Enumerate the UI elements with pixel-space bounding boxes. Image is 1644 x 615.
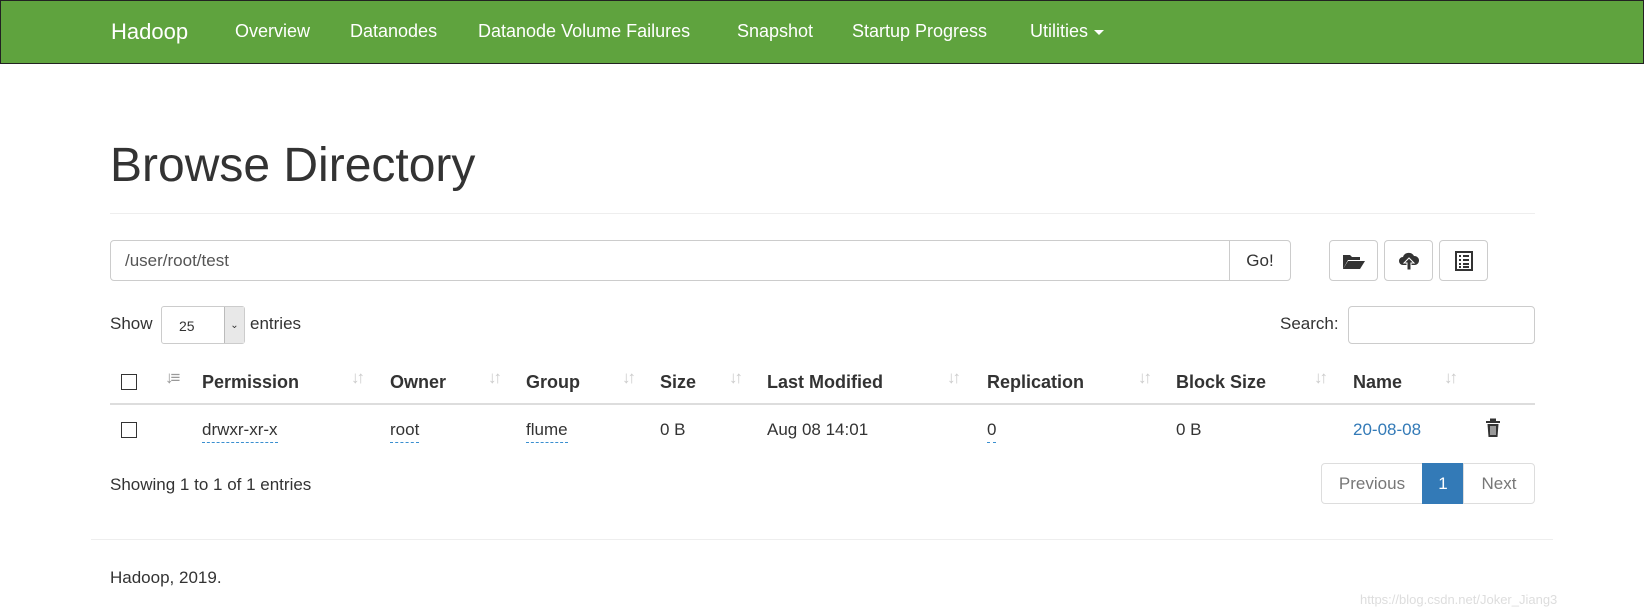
cell-last-modified: Aug 08 14:01 [767,420,869,439]
table-info: Showing 1 to 1 of 1 entries [110,475,312,494]
sort-icon[interactable]: ↓↑ [488,368,502,388]
footer-text: Hadoop, 2019. [110,568,222,587]
cell-group[interactable]: flume [526,420,568,443]
header-divider [110,403,1535,405]
brand-link[interactable]: Hadoop [111,19,188,45]
next-button[interactable]: Next [1463,463,1535,504]
entries-value: 25 [179,318,195,334]
cell-name-link[interactable]: 20-08-08 [1353,420,1421,440]
create-directory-button[interactable] [1329,240,1378,281]
folder-open-icon [1342,254,1365,269]
sort-icon[interactable]: ↓↑ [1444,368,1458,388]
cell-permission[interactable]: drwxr-xr-x [202,420,278,443]
nav-startup-progress[interactable]: Startup Progress [852,21,987,42]
header-group[interactable]: Group [526,372,580,393]
watermark: https://blog.csdn.net/Joker_Jiang3 [1360,592,1558,607]
nav-datanode-volume-failures[interactable]: Datanode Volume Failures [478,21,690,42]
previous-button[interactable]: Previous [1321,463,1423,504]
sort-icon[interactable]: ↓↑ [947,368,961,388]
nav-utilities[interactable]: Utilities [1030,21,1105,42]
nav-overview[interactable]: Overview [235,21,310,42]
cell-replication[interactable]: 0 [987,420,997,443]
caret-down-icon [1094,29,1105,35]
search-input[interactable] [1348,306,1535,344]
header-block-size[interactable]: Block Size [1176,372,1266,393]
cell-owner[interactable]: root [390,420,420,443]
select-all-checkbox[interactable] [121,374,137,390]
chevron-down-icon: ⌄ [224,307,244,343]
page-title: Browse Directory [110,139,476,192]
sort-icon[interactable]: ↓↑ [622,368,636,388]
sort-icon[interactable]: ↓↑ [1314,368,1328,388]
header-name[interactable]: Name [1353,372,1402,393]
header-owner[interactable]: Owner [390,372,446,393]
row-checkbox[interactable] [121,422,137,438]
header-replication[interactable]: Replication [987,372,1084,393]
sort-icon[interactable]: ↓↑ [1138,368,1152,388]
cloud-upload-icon [1398,252,1419,270]
header-last-modified[interactable]: Last Modified [767,372,883,393]
sort-icon[interactable]: ↓↑ [729,368,743,388]
sort-icon[interactable]: ↓↑ [351,368,365,388]
trash-icon[interactable] [1485,418,1501,438]
footer-divider [91,539,1553,540]
page-1-button[interactable]: 1 [1422,463,1464,504]
list-icon [1454,250,1473,271]
header-permission[interactable]: Permission [202,372,299,393]
cell-size: 0 B [660,420,686,439]
upload-button[interactable] [1384,240,1433,281]
cut-paste-button[interactable] [1439,240,1488,281]
cell-block-size: 0 B [1176,420,1202,439]
entries-label: entries [250,314,302,333]
nav-utilities-label: Utilities [1030,21,1089,41]
sort-asc-icon[interactable]: ↓≡ [165,368,181,388]
divider [110,213,1535,214]
go-button[interactable]: Go! [1229,240,1291,281]
show-label: Show [110,314,153,333]
header-size[interactable]: Size [660,372,696,393]
entries-per-page-select[interactable]: 25 ⌄ [161,306,245,344]
nav-datanodes[interactable]: Datanodes [350,21,437,42]
nav-snapshot[interactable]: Snapshot [737,21,813,42]
path-input[interactable] [110,240,1230,281]
navbar: Hadoop Overview Datanodes Datanode Volum… [0,0,1644,64]
search-label: Search: [1280,314,1339,333]
